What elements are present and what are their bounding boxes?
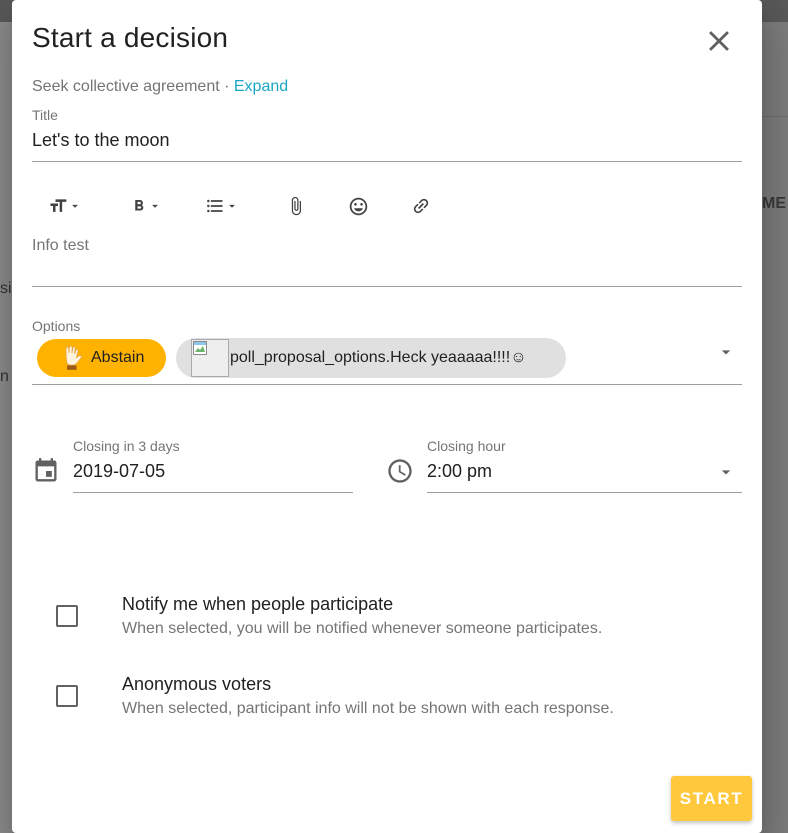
chevron-down-icon: [229, 204, 235, 208]
closing-date-underline: [73, 492, 353, 493]
bold-button[interactable]: [130, 192, 162, 220]
dialog-subtitle: Seek collective agreement · Expand: [32, 78, 288, 96]
option-chip-label: poll_proposal_options.Heck yeaaaaa!!!!☺: [230, 349, 527, 366]
chevron-down-icon: [152, 204, 158, 208]
options-underline: [32, 384, 742, 385]
subtitle-separator: ·: [219, 78, 234, 95]
title-field-input[interactable]: Let's to the moon: [32, 130, 170, 151]
emoji-icon: [349, 197, 368, 215]
title-field-underline: [32, 161, 742, 162]
close-icon: [709, 31, 729, 51]
details-underline: [32, 286, 742, 287]
title-field-label: Title: [32, 107, 58, 123]
anonymous-voters-description: When selected, participant info will not…: [122, 700, 614, 717]
link-icon: [413, 198, 429, 214]
notify-participants-description: When selected, you will be notified when…: [122, 620, 603, 637]
chevron-down-icon[interactable]: [716, 462, 736, 482]
options-label: Options: [32, 318, 81, 334]
calendar-icon: [35, 458, 57, 482]
closing-hour-label: Closing hour: [427, 438, 506, 454]
broken-image-icon: [191, 339, 229, 377]
raised-hand-icon: [65, 345, 83, 370]
background-text-fragment: ME: [762, 195, 786, 212]
notify-participants-title: Notify me when people participate: [122, 594, 394, 614]
closing-date-input[interactable]: 2019-07-05: [73, 461, 165, 482]
text-size-button[interactable]: [48, 192, 82, 220]
close-button[interactable]: [702, 24, 736, 58]
clock-icon: [388, 459, 412, 483]
notify-participants-checkbox[interactable]: [56, 605, 78, 627]
chevron-down-icon: [72, 204, 78, 208]
background-text-fragment: n: [0, 368, 9, 385]
text-size-icon: [50, 199, 67, 212]
option-chip-abstain[interactable]: Abstain: [37, 339, 166, 377]
closing-date-label: Closing in 3 days: [73, 438, 180, 454]
start-button[interactable]: START: [671, 776, 752, 821]
option-chip-label: Abstain: [91, 349, 145, 366]
options-dropdown-icon[interactable]: [716, 342, 736, 362]
link-button[interactable]: [411, 192, 431, 220]
dialog-title: Start a decision: [32, 22, 229, 53]
start-decision-dialog: Start a decision Seek collective agreeme…: [12, 0, 762, 833]
closing-hour-select[interactable]: 2:00 pm: [427, 461, 492, 482]
list-icon: [207, 199, 223, 213]
closing-hour-underline: [427, 492, 742, 493]
details-editor[interactable]: Info test: [32, 237, 89, 255]
emoji-button[interactable]: [348, 192, 369, 220]
subtitle-text: Seek collective agreement: [32, 78, 220, 95]
anonymous-voters-checkbox[interactable]: [56, 685, 78, 707]
background-text-fragment: si: [0, 280, 12, 297]
attach-button[interactable]: [286, 192, 306, 220]
expand-link[interactable]: Expand: [234, 78, 288, 95]
anonymous-voters-title: Anonymous voters: [122, 674, 272, 694]
option-chip-proposal[interactable]: poll_proposal_options.Heck yeaaaaa!!!!☺: [176, 338, 566, 378]
list-button[interactable]: [205, 192, 239, 220]
attach-icon: [291, 196, 301, 216]
bold-icon: [135, 200, 144, 211]
